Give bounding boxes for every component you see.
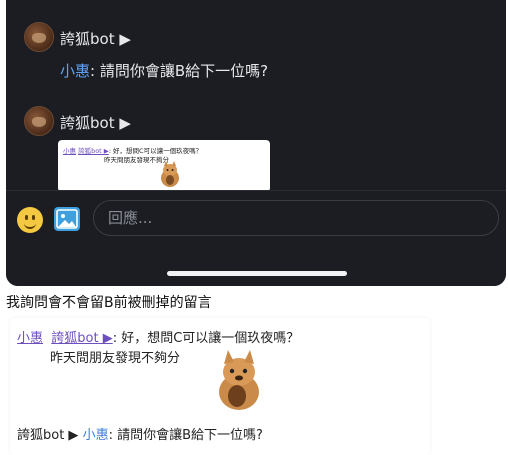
mention-link[interactable]: 小惠 [60, 62, 90, 80]
smile-emoji-icon[interactable] [17, 207, 43, 233]
log-line-3: 誇狐bot ▶ 小惠: 請問你會讓B給下一位嗎? [17, 428, 263, 443]
fox-sticker-icon [219, 350, 259, 410]
image-icon[interactable] [54, 207, 80, 231]
mention-link[interactable]: 小惠 [83, 428, 109, 443]
message-author[interactable]: 誇狐bot ▶ [60, 28, 131, 49]
fox-sticker-icon [161, 161, 179, 187]
reply-composer [6, 191, 506, 286]
message-body: 小惠: 請問你會讓B給下一位嗎? [60, 60, 268, 81]
caption-text: 我詢問會不會留B前被刪掉的留言 [6, 295, 212, 311]
message-author[interactable]: 誇狐bot ▶ [60, 112, 131, 133]
bot-avatar[interactable] [24, 22, 54, 52]
attached-screenshot[interactable]: 小惠 誇狐bot ▶: 好，想問C可以讓一個玖夜嗎？ 昨天問朋友發現不夠分 [58, 140, 270, 192]
arrow-right-icon: ▶ [119, 30, 131, 48]
user-link[interactable]: 小惠 [17, 331, 43, 346]
author-name[interactable]: 誇狐bot [60, 30, 115, 48]
message-text: : 請問你會讓B給下一位嗎? [90, 62, 269, 80]
log-line-2: 昨天問朋友發現不夠分 [50, 351, 181, 366]
home-indicator[interactable] [167, 271, 347, 276]
comment-log-screenshot: 小惠 誇狐bot ▶: 好，想問C可以讓一個玖夜嗎？ 昨天問朋友發現不夠分 誇狐… [10, 318, 430, 455]
bot-link[interactable]: 誇狐bot ▶ [51, 331, 112, 346]
log-line-1: 小惠 誇狐bot ▶: 好，想問C可以讓一個玖夜嗎？ [17, 331, 300, 346]
arrow-right-icon: ▶ [119, 114, 131, 132]
bot-avatar[interactable] [24, 106, 54, 136]
author-name[interactable]: 誇狐bot [60, 114, 115, 132]
reply-input[interactable] [93, 200, 499, 236]
comment-thread-panel: 誇狐bot ▶ 小惠: 請問你會讓B給下一位嗎? 誇狐bot ▶ 小惠 誇狐bo… [6, 0, 506, 286]
